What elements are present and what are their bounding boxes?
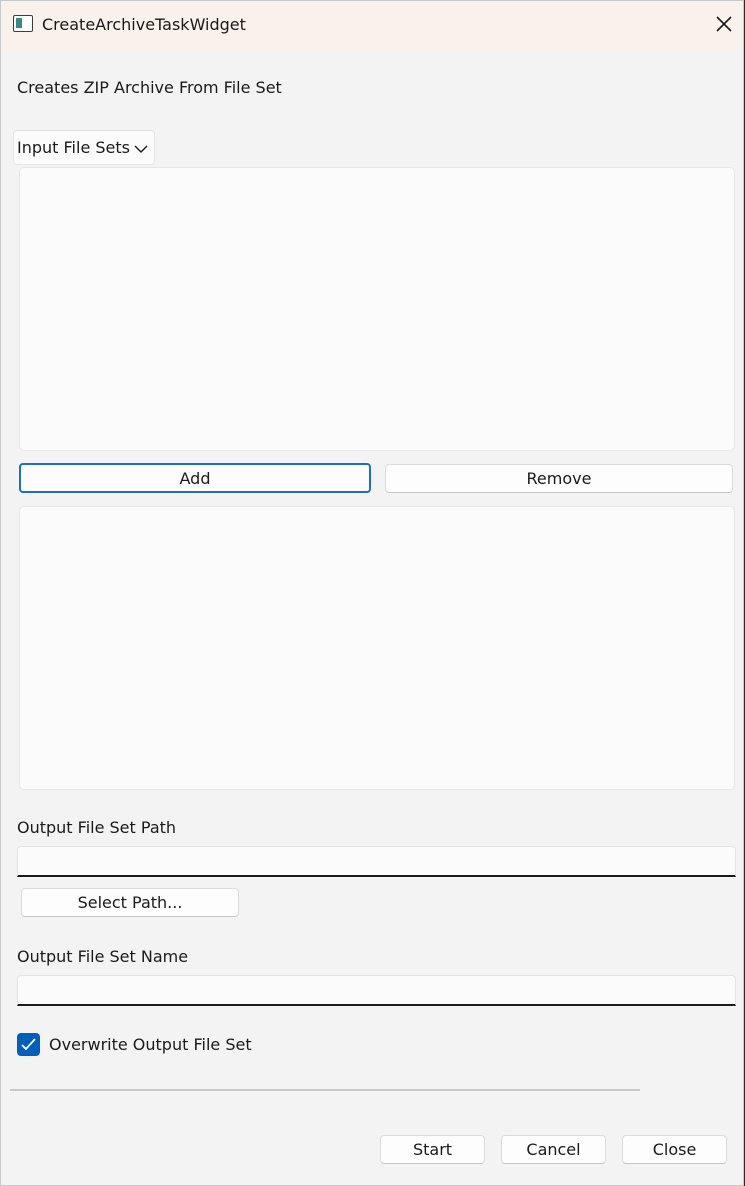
output-path-input[interactable] bbox=[17, 846, 736, 877]
output-path-label: Output File Set Path bbox=[17, 818, 177, 837]
remove-button[interactable]: Remove bbox=[385, 464, 733, 493]
dialog-window: CreateArchiveTaskWidget Creates ZIP Arch… bbox=[0, 0, 744, 1186]
close-icon[interactable] bbox=[713, 13, 735, 35]
start-button[interactable]: Start bbox=[380, 1135, 485, 1164]
checkmark-icon bbox=[21, 1038, 36, 1051]
app-window-icon bbox=[13, 15, 33, 32]
selected-file-sets-list[interactable] bbox=[19, 506, 735, 790]
overwrite-label: Overwrite Output File Set bbox=[49, 1035, 252, 1054]
add-button[interactable]: Add bbox=[19, 463, 371, 493]
chevron-down-icon bbox=[134, 145, 148, 153]
title-bar[interactable]: CreateArchiveTaskWidget bbox=[1, 1, 743, 49]
close-button[interactable]: Close bbox=[622, 1135, 727, 1164]
window-title: CreateArchiveTaskWidget bbox=[42, 15, 246, 34]
available-file-sets-list[interactable] bbox=[19, 167, 735, 451]
cancel-button[interactable]: Cancel bbox=[501, 1135, 606, 1164]
task-description: Creates ZIP Archive From File Set bbox=[17, 78, 282, 97]
input-file-sets-dropdown[interactable]: Input File Sets bbox=[13, 130, 155, 165]
overwrite-checkbox[interactable] bbox=[17, 1033, 40, 1056]
output-name-input[interactable] bbox=[17, 975, 736, 1006]
progress-bar bbox=[10, 1089, 640, 1091]
output-name-label: Output File Set Name bbox=[17, 947, 189, 966]
select-path-button[interactable]: Select Path... bbox=[21, 888, 239, 917]
dropdown-label: Input File Sets bbox=[17, 138, 130, 157]
